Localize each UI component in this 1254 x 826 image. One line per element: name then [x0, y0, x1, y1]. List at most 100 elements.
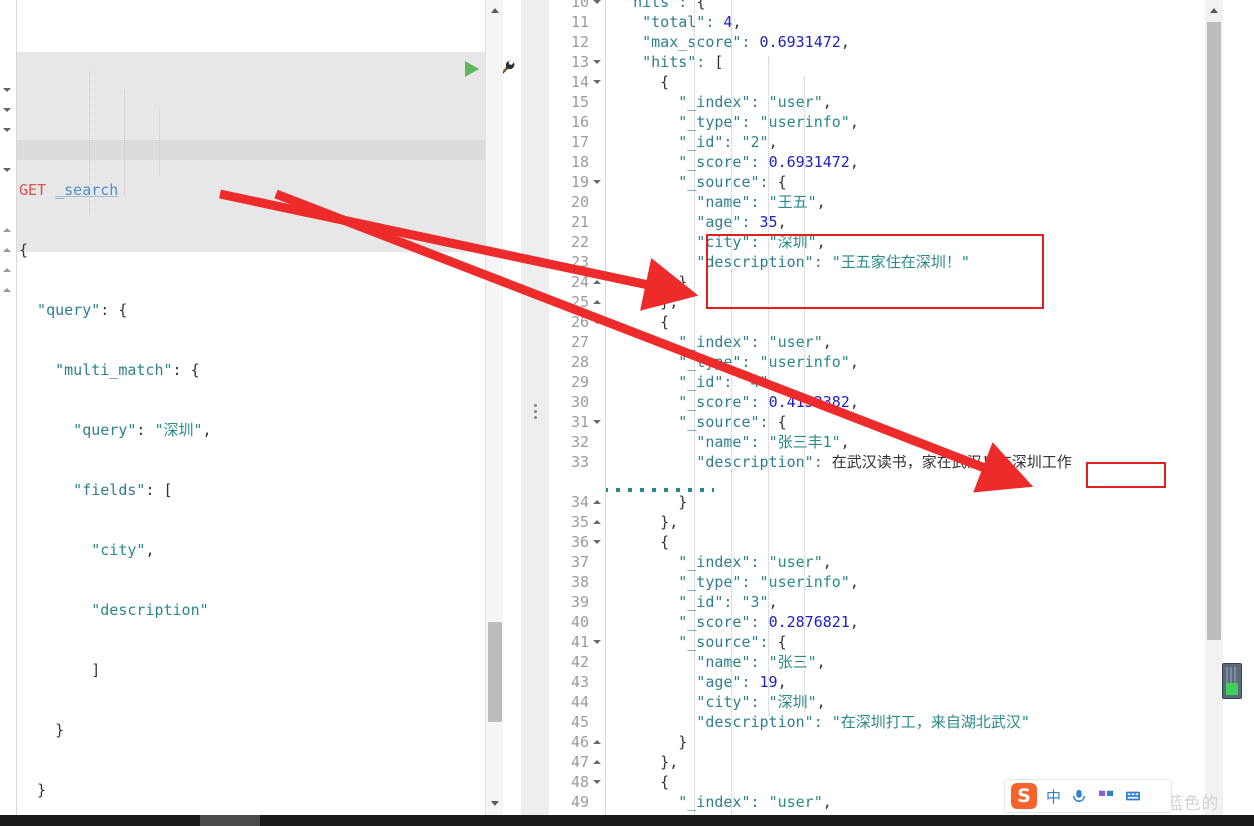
response-fold-toggle[interactable]	[593, 512, 602, 532]
request-line: ]	[19, 661, 101, 679]
indent-guide	[768, 56, 769, 716]
response-line: {	[606, 73, 670, 91]
response-fold-toggle[interactable]	[593, 412, 602, 432]
response-line-number: 15	[570, 93, 589, 111]
fold-toggle-4[interactable]	[3, 166, 12, 175]
response-line-number: 35	[570, 513, 589, 531]
response-scroll-up-arrow-icon[interactable]	[1205, 2, 1223, 20]
response-code-area[interactable]: "hits": { "total": 4, "max_score": 0.693…	[606, 0, 1205, 815]
response-line: "_id": "2",	[678, 133, 778, 151]
request-fold-gutter	[0, 0, 16, 815]
battery-fill	[1226, 683, 1238, 695]
response-line-number: 33	[570, 453, 589, 471]
response-line: "_type": "userinfo",	[678, 353, 859, 371]
request-editor-pane[interactable]: GET _search { "query": { "multi_match": …	[0, 0, 515, 815]
response-fold-toggle[interactable]	[593, 72, 602, 92]
request-line-query-value: "query": "深圳",	[19, 421, 212, 439]
response-fold-toggle[interactable]	[593, 272, 602, 292]
response-line-number: 43	[570, 673, 589, 691]
response-line-number: 47	[570, 753, 589, 771]
request-line: "fields": [	[19, 481, 173, 499]
sogou-ime-toolbar[interactable]: S 中	[1004, 779, 1172, 813]
response-line: "_index": "user",	[678, 93, 832, 111]
response-fold-toggle[interactable]	[593, 532, 602, 552]
response-line: }	[606, 733, 688, 751]
response-line-number: 39	[570, 593, 589, 611]
response-line-number: 17	[570, 133, 589, 151]
taskbar-active-segment	[200, 815, 260, 826]
response-fold-toggle[interactable]	[593, 732, 602, 752]
response-line: "_index": "user",	[678, 333, 832, 351]
toolbox-icon[interactable]	[1097, 789, 1115, 803]
request-vertical-scrollbar[interactable]	[485, 0, 503, 815]
keyboard-icon[interactable]	[1124, 789, 1142, 803]
response-line-number: 32	[570, 433, 589, 451]
response-fold-toggle[interactable]	[593, 0, 602, 12]
response-scroll-thumb[interactable]	[1207, 22, 1221, 640]
scroll-down-arrow-icon[interactable]	[486, 795, 504, 813]
indent-guide	[731, 0, 732, 815]
sogou-logo-icon[interactable]: S	[1011, 783, 1037, 809]
fold-toggle-2[interactable]	[3, 106, 12, 115]
response-line: },	[606, 293, 679, 311]
response-line: "_type": "userinfo",	[678, 573, 859, 591]
response-line: "name": "张三丰1",	[696, 433, 850, 451]
fold-toggle-1[interactable]	[3, 86, 12, 95]
response-line-number: 41	[570, 633, 589, 651]
response-line-number: 19	[570, 173, 589, 191]
fold-toggle-5[interactable]	[3, 226, 12, 235]
fold-toggle-8[interactable]	[3, 286, 12, 295]
response-line: {	[606, 533, 670, 551]
response-line: "_index": "user",	[678, 553, 832, 571]
response-line-number: 18	[570, 153, 589, 171]
response-line-number: 45	[570, 713, 589, 731]
response-line-number: 31	[570, 413, 589, 431]
response-line: "_source": {	[678, 633, 787, 651]
request-scroll-thumb[interactable]	[488, 622, 502, 722]
run-request-button[interactable]	[463, 59, 481, 79]
response-line: "_score": 0.6931472,	[678, 153, 859, 171]
response-line: },	[606, 753, 679, 771]
response-line-number-gutter: 10 11 12 13 14 15 16 17 18 19 20 21 22 23 24 25 26 27 28 29…	[549, 0, 605, 815]
handle-dot	[533, 416, 537, 419]
response-line-number: 42	[570, 653, 589, 671]
response-line-number: 30	[570, 393, 589, 411]
response-line-number: 49	[570, 793, 589, 811]
request-line: "query": {	[19, 301, 128, 319]
response-line: "age": 19,	[696, 673, 787, 691]
response-fold-toggle[interactable]	[593, 172, 602, 192]
response-viewer-pane[interactable]: 10 11 12 13 14 15 16 17 18 19 20 21 22 23 24 25 26 27 28 29…	[549, 0, 1254, 815]
fold-toggle-3[interactable]	[3, 126, 12, 135]
response-fold-toggle[interactable]	[593, 752, 602, 772]
response-line: "age": 35,	[696, 213, 787, 231]
fold-toggle-7[interactable]	[3, 266, 12, 275]
scroll-up-arrow-icon[interactable]	[486, 2, 504, 20]
response-line: "hits": {	[624, 0, 706, 11]
response-line: "description": "王五家住在深圳！"	[696, 253, 970, 271]
response-fold-toggle[interactable]	[593, 52, 602, 72]
response-fold-toggle[interactable]	[593, 312, 602, 332]
fold-toggle-6[interactable]	[3, 246, 12, 255]
response-line-number: 38	[570, 573, 589, 591]
response-line-number: 37	[570, 553, 589, 571]
ime-mode-toggle[interactable]: 中	[1046, 786, 1061, 807]
response-fold-toggle[interactable]	[593, 632, 602, 652]
response-fold-toggle[interactable]	[593, 772, 602, 792]
response-line: {	[606, 313, 670, 331]
mic-icon[interactable]	[1070, 789, 1088, 803]
request-code-area[interactable]: GET _search { "query": { "multi_match": …	[17, 0, 486, 815]
request-line-get: GET _search	[17, 180, 468, 200]
response-line: "_score": 0.2876821,	[678, 613, 859, 631]
request-line: {	[19, 241, 29, 259]
response-line: },	[606, 513, 679, 531]
request-line: }	[19, 781, 47, 799]
response-fold-toggle[interactable]	[593, 292, 602, 312]
response-vertical-scrollbar[interactable]	[1205, 0, 1223, 815]
response-fold-toggle[interactable]	[593, 492, 602, 512]
response-line: "description": "在深圳打工，来自湖北武汉"	[696, 713, 1030, 731]
pane-resize-handle[interactable]	[532, 404, 538, 422]
request-line-field-description: "description"	[19, 601, 209, 619]
response-line-number: 10	[570, 0, 589, 11]
battery-grid	[1226, 667, 1238, 683]
response-line: "name": "张三",	[696, 653, 826, 671]
